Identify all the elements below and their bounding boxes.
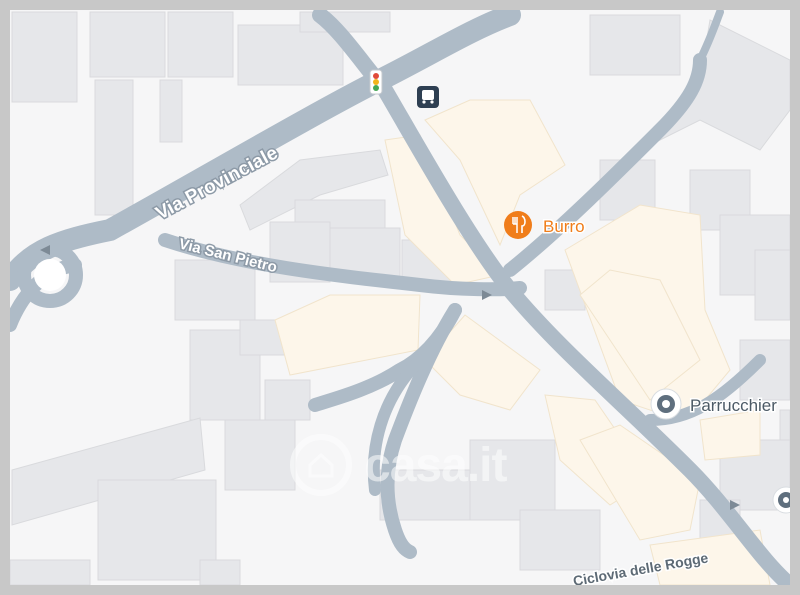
bus-stop-icon[interactable] [417,86,439,108]
watermark-text: casa.it [364,438,507,492]
traffic-light-icon [369,69,383,95]
poi-label-burro[interactable]: Burro [542,216,587,238]
poi-label-parrucchiere[interactable]: Parrucchier [689,395,779,417]
casa-watermark: casa.it [290,425,550,505]
poi-marker-parrucchiere[interactable] [650,388,682,420]
house-icon [290,434,352,496]
restaurant-marker[interactable] [504,211,532,239]
map-frame: Burro Parrucchier Via Provinciale Via Sa… [0,0,800,595]
